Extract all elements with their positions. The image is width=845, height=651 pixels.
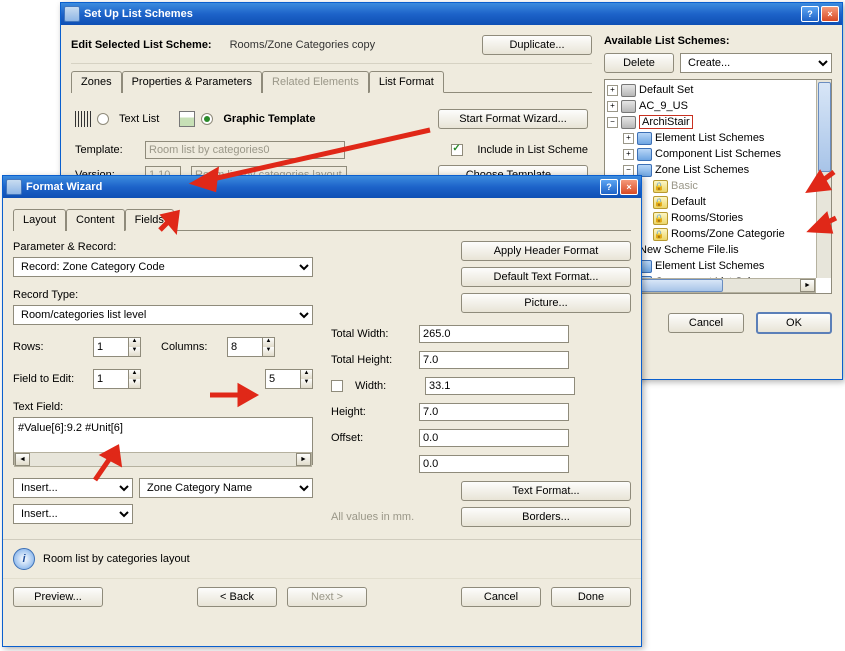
borders-button[interactable]: Borders... bbox=[461, 507, 631, 527]
textfield-hscroll[interactable]: ◄► bbox=[14, 452, 312, 467]
lock-icon bbox=[653, 212, 668, 225]
insert-dropdown-1[interactable]: Insert... bbox=[13, 478, 133, 498]
database-icon bbox=[621, 116, 636, 129]
lock-icon bbox=[653, 180, 668, 193]
database-icon bbox=[621, 100, 636, 113]
width-input[interactable] bbox=[425, 377, 575, 395]
cancel-button[interactable]: Cancel bbox=[668, 313, 744, 333]
tab-list-format[interactable]: List Format bbox=[369, 71, 444, 93]
duplicate-button[interactable]: Duplicate... bbox=[482, 35, 592, 55]
offset-label: Offset: bbox=[331, 432, 411, 444]
tree-vscroll[interactable] bbox=[816, 80, 831, 278]
footer-note: Room list by categories layout bbox=[43, 553, 190, 565]
tab-related-elements: Related Elements bbox=[262, 71, 369, 93]
back-button[interactable]: < Back bbox=[197, 587, 277, 607]
expand-icon[interactable]: + bbox=[623, 133, 634, 144]
offset2-input[interactable] bbox=[419, 455, 569, 473]
total-height-label: Total Height: bbox=[331, 354, 411, 366]
total-height-input[interactable] bbox=[419, 351, 569, 369]
wizard-title: Format Wizard bbox=[26, 181, 102, 193]
edit-scheme-value: Rooms/Zone Categories copy bbox=[230, 39, 376, 51]
lock-icon bbox=[653, 228, 668, 241]
edit-scheme-label: Edit Selected List Scheme: bbox=[71, 39, 212, 51]
rows-stepper[interactable]: ▲▼ bbox=[93, 337, 141, 357]
app-icon bbox=[64, 6, 80, 22]
tab-fields[interactable]: Fields bbox=[125, 209, 174, 231]
help-button[interactable]: ? bbox=[600, 179, 618, 195]
graphic-template-icon bbox=[179, 111, 195, 127]
total-width-label: Total Width: bbox=[331, 328, 411, 340]
record-select[interactable]: Record: Zone Category Code bbox=[13, 257, 313, 277]
include-in-scheme-label: Include in List Scheme bbox=[477, 144, 588, 156]
height-label: Height: bbox=[331, 406, 411, 418]
scroll-right-icon[interactable]: ► bbox=[296, 453, 311, 466]
template-field bbox=[145, 141, 345, 159]
field-to-edit-label: Field to Edit: bbox=[13, 373, 83, 385]
text-field-label: Text Field: bbox=[13, 401, 313, 413]
template-label: Template: bbox=[75, 144, 135, 156]
parameter-record-label: Parameter & Record: bbox=[13, 241, 313, 253]
scroll-left-icon[interactable]: ◄ bbox=[15, 453, 30, 466]
start-format-wizard-button[interactable]: Start Format Wizard... bbox=[438, 109, 588, 129]
cancel-button[interactable]: Cancel bbox=[461, 587, 541, 607]
scroll-right-icon[interactable]: ► bbox=[800, 279, 815, 292]
available-schemes-label: Available List Schemes: bbox=[604, 35, 730, 47]
close-button[interactable]: × bbox=[620, 179, 638, 195]
app-icon bbox=[6, 179, 22, 195]
text-list-radio[interactable] bbox=[97, 113, 109, 125]
rows-label: Rows: bbox=[13, 341, 83, 353]
setup-title: Set Up List Schemes bbox=[84, 8, 193, 20]
width-checkbox[interactable] bbox=[331, 380, 343, 392]
ok-button[interactable]: OK bbox=[756, 312, 832, 334]
insert-dropdown-2[interactable]: Insert... bbox=[13, 504, 133, 524]
expand-icon[interactable]: + bbox=[607, 85, 618, 96]
picture-button[interactable]: Picture... bbox=[461, 293, 631, 313]
record-type-select[interactable]: Room/categories list level bbox=[13, 305, 313, 325]
folder-icon bbox=[637, 148, 652, 161]
close-button[interactable]: × bbox=[821, 6, 839, 22]
next-button: Next > bbox=[287, 587, 367, 607]
field-to-edit-stepper[interactable]: ▲▼ bbox=[93, 369, 141, 389]
tab-layout[interactable]: Layout bbox=[13, 209, 66, 231]
tab-properties[interactable]: Properties & Parameters bbox=[122, 71, 262, 93]
width-label: Width: bbox=[355, 380, 417, 392]
collapse-icon[interactable]: − bbox=[607, 117, 618, 128]
collapse-icon[interactable]: − bbox=[623, 165, 634, 176]
help-button[interactable]: ? bbox=[801, 6, 819, 22]
database-icon bbox=[621, 84, 636, 97]
folder-icon bbox=[637, 132, 652, 145]
done-button[interactable]: Done bbox=[551, 587, 631, 607]
wizard-tabs: Layout Content Fields bbox=[13, 208, 631, 231]
preview-button[interactable]: Preview... bbox=[13, 587, 103, 607]
setup-titlebar[interactable]: Set Up List Schemes ? × bbox=[61, 3, 842, 25]
tab-content[interactable]: Content bbox=[66, 209, 125, 231]
setup-tabs: Zones Properties & Parameters Related El… bbox=[71, 70, 592, 93]
height-input[interactable] bbox=[419, 403, 569, 421]
graphic-template-radio[interactable] bbox=[201, 113, 213, 125]
text-format-button[interactable]: Text Format... bbox=[461, 481, 631, 501]
zone-category-dropdown[interactable]: Zone Category Name bbox=[139, 478, 313, 498]
wizard-titlebar[interactable]: Format Wizard ? × bbox=[3, 176, 641, 198]
columns-label: Columns: bbox=[161, 341, 217, 353]
default-text-format-button[interactable]: Default Text Format... bbox=[461, 267, 631, 287]
text-list-label: Text List bbox=[119, 113, 159, 125]
lock-icon bbox=[653, 196, 668, 209]
graphic-template-label: Graphic Template bbox=[223, 113, 315, 125]
offset-input[interactable] bbox=[419, 429, 569, 447]
second-stepper[interactable]: ▲▼ bbox=[265, 369, 313, 389]
apply-header-format-button[interactable]: Apply Header Format bbox=[461, 241, 631, 261]
create-dropdown[interactable]: Create... bbox=[680, 53, 832, 73]
record-type-label: Record Type: bbox=[13, 289, 313, 301]
text-list-icon bbox=[75, 111, 91, 127]
delete-button[interactable]: Delete bbox=[604, 53, 674, 73]
tab-zones[interactable]: Zones bbox=[71, 71, 122, 93]
format-wizard-window: Format Wizard ? × Layout Content Fields … bbox=[2, 175, 642, 647]
expand-icon[interactable]: + bbox=[623, 149, 634, 160]
info-icon: i bbox=[13, 548, 35, 570]
total-width-input[interactable] bbox=[419, 325, 569, 343]
all-values-label: All values in mm. bbox=[331, 511, 461, 523]
columns-stepper[interactable]: ▲▼ bbox=[227, 337, 275, 357]
expand-icon[interactable]: + bbox=[607, 101, 618, 112]
include-in-scheme-checkbox[interactable] bbox=[451, 144, 463, 156]
